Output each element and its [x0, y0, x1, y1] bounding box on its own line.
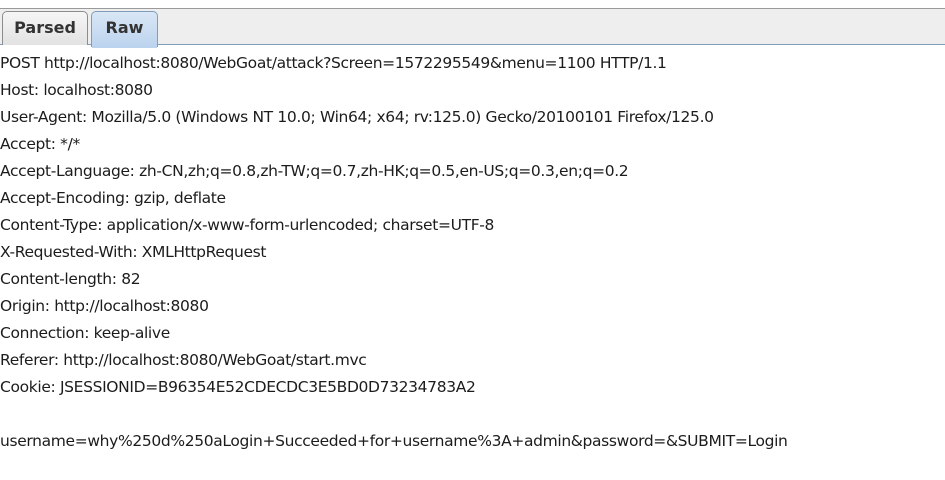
- header-line: Accept: */*: [0, 135, 80, 153]
- header-line: Cookie: JSESSIONID=B96354E52CDECDC3E5BD0…: [0, 378, 476, 396]
- header-line: Referer: http://localhost:8080/WebGoat/s…: [0, 351, 367, 369]
- header-line: Accept-Language: zh-CN,zh;q=0.8,zh-TW;q=…: [0, 162, 629, 180]
- header-line: Host: localhost:8080: [0, 81, 153, 99]
- header-line: Origin: http://localhost:8080: [0, 297, 209, 315]
- tab-bar: Parsed Raw: [0, 8, 945, 48]
- header-line: X-Requested-With: XMLHttpRequest: [0, 243, 267, 261]
- tab-raw[interactable]: Raw: [91, 11, 158, 48]
- raw-request-text-area[interactable]: POST http://localhost:8080/WebGoat/attac…: [0, 50, 945, 480]
- header-line: User-Agent: Mozilla/5.0 (Windows NT 10.0…: [0, 108, 714, 126]
- header-line: Content-length: 82: [0, 270, 141, 288]
- header-line: Accept-Encoding: gzip, deflate: [0, 189, 226, 207]
- tab-parsed[interactable]: Parsed: [2, 11, 88, 45]
- request-line: POST http://localhost:8080/WebGoat/attac…: [0, 54, 667, 72]
- top-strip: [0, 0, 945, 8]
- header-line: Connection: keep-alive: [0, 324, 170, 342]
- request-body: username=why%250d%250aLogin+Succeeded+fo…: [0, 432, 788, 450]
- header-line: Content-Type: application/x-www-form-url…: [0, 216, 495, 234]
